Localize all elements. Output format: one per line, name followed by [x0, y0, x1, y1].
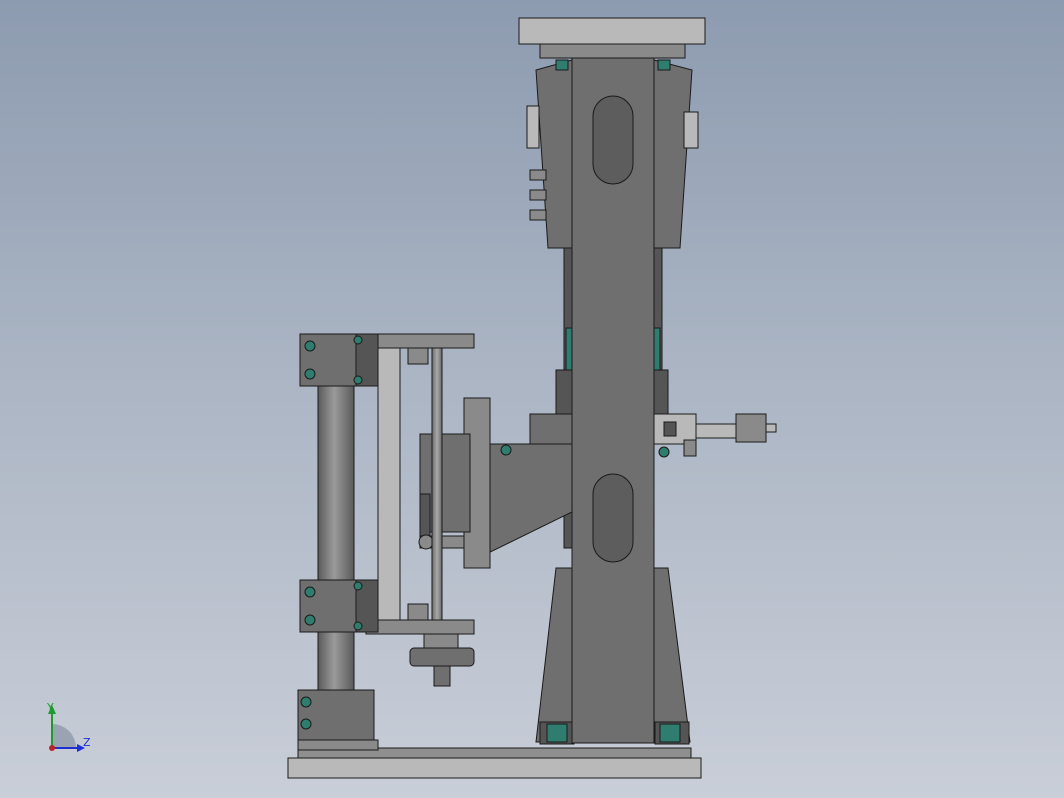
- guide-frame-bottom-tab: [407, 603, 429, 621]
- upper-housing-right: [653, 59, 693, 249]
- upper-clamp-bolt-4: [353, 375, 363, 385]
- upper-pin-1: [529, 169, 547, 181]
- upper-clamp-bolt-1: [304, 340, 316, 352]
- slide-handle: [419, 493, 431, 539]
- upper-bolt-right: [657, 59, 671, 71]
- upper-bolt-left: [555, 59, 569, 71]
- upper-pin-2: [529, 189, 547, 201]
- guide-thin-rod: [431, 347, 443, 621]
- micrometer-thimble: [735, 413, 767, 443]
- micrometer-spindle: [765, 423, 777, 433]
- guide-frame-top-tab: [407, 347, 429, 365]
- slide-knob: [418, 534, 434, 550]
- column-slot-upper: [592, 95, 634, 185]
- base-plate: [287, 757, 702, 779]
- lower-clamp-bolt-4: [353, 621, 363, 631]
- micrometer-barrel: [695, 423, 737, 439]
- machine-drawing: Y Z: [46, 17, 777, 779]
- top-plate-lower: [539, 43, 686, 59]
- lower-clamp-bolt-2: [304, 614, 316, 626]
- lower-spacer: [423, 633, 459, 649]
- upper-clamp-bolt-3: [353, 335, 363, 345]
- axis-triad: Y Z: [46, 701, 91, 752]
- column-slot-lower: [592, 473, 634, 563]
- main-rod: [317, 385, 355, 693]
- upper-bracket-left: [526, 105, 540, 149]
- carriage-right: [653, 369, 669, 415]
- micrometer-bolt: [658, 446, 670, 458]
- micrometer-mount-lower: [683, 439, 697, 457]
- pedestal-bolt-left: [546, 723, 568, 743]
- arm-bolt-1: [500, 444, 512, 456]
- triad-origin: [49, 745, 55, 751]
- guide-frame-left-bar: [377, 333, 401, 635]
- rod-foot-bolt-1: [300, 696, 312, 708]
- micrometer-knob: [663, 421, 677, 437]
- guide-frame-top: [365, 333, 475, 349]
- upper-clamp-bolt-2: [304, 368, 316, 380]
- z-axis-label: Z: [83, 736, 91, 749]
- cad-viewport[interactable]: Y Z: [0, 0, 1064, 798]
- carriage-top: [555, 369, 573, 415]
- lower-clamp-bolt-3: [353, 581, 363, 591]
- lower-spindle: [433, 665, 451, 687]
- triad-quarter-disc: [52, 724, 76, 748]
- top-plate: [518, 17, 706, 45]
- lower-disk: [409, 647, 475, 667]
- pedestal-bolt-right: [659, 723, 681, 743]
- upper-bracket-right: [683, 111, 699, 149]
- y-axis-label: Y: [46, 701, 54, 714]
- lower-clamp-bolt-1: [304, 586, 316, 598]
- carriage-block: [529, 413, 573, 445]
- rod-foot-bolt-2: [300, 718, 312, 730]
- rod-foot-base: [297, 739, 379, 751]
- upper-pin-3: [529, 209, 547, 221]
- guide-frame-bottom: [365, 619, 475, 635]
